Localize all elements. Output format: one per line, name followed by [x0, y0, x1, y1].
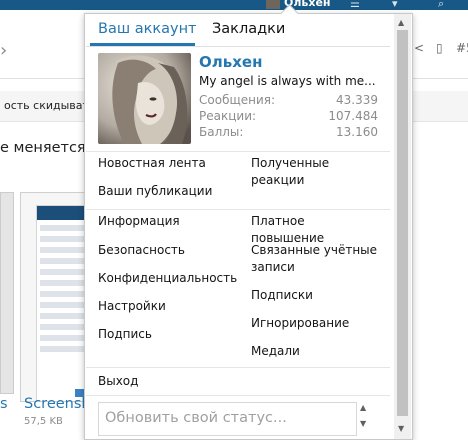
- attachment-name[interactable]: Screensh: [24, 396, 91, 412]
- scrollbar-thumb[interactable]: [397, 30, 408, 416]
- menu-security[interactable]: Безопасность: [98, 242, 185, 259]
- back-chevron-icon[interactable]: ›: [0, 40, 7, 61]
- popup-scrollbar[interactable]: ▲ ▼: [394, 14, 411, 439]
- share-icon[interactable]: <: [414, 41, 424, 55]
- attachment-name-prefix: s: [0, 396, 8, 412]
- inbox-icon[interactable]: ☰: [350, 0, 360, 10]
- attachment-thumbnail[interactable]: [0, 192, 14, 394]
- stat-reactions-label: Реакции:: [199, 109, 257, 123]
- user-title: My angel is always with me...: [199, 74, 376, 88]
- alerts-icon[interactable]: ▾: [392, 0, 398, 10]
- navbar-user-link[interactable]: Ольхен: [266, 0, 331, 9]
- menu-privacy[interactable]: Конфиденциальность: [98, 270, 237, 287]
- menu-subscriptions[interactable]: Подписки: [251, 287, 381, 304]
- stat-points-value: 13.160: [336, 125, 378, 139]
- divider: [86, 367, 390, 368]
- scroll-down-arrow-icon[interactable]: ▼: [398, 424, 404, 433]
- menu-info[interactable]: Информация: [98, 213, 180, 230]
- status-scroll-up-arrow-icon[interactable]: ▲: [360, 403, 366, 412]
- navbar-avatar: [266, 0, 280, 9]
- bookmark-icon[interactable]: ▯: [436, 41, 443, 55]
- menu-logout[interactable]: Выход: [98, 373, 138, 390]
- tab-bookmarks[interactable]: Закладки: [212, 21, 285, 37]
- post-number[interactable]: #5: [456, 41, 468, 55]
- user-name[interactable]: Ольхен: [199, 53, 262, 71]
- menu-medals[interactable]: Медали: [251, 343, 381, 360]
- menu-connected-accounts[interactable]: Связанные учётные записи: [251, 242, 381, 276]
- scroll-up-arrow-icon[interactable]: ▲: [398, 18, 404, 27]
- top-navbar: Ольхен ☰ ▾ ⌕: [0, 0, 468, 10]
- divider: [86, 151, 390, 152]
- tab-your-account[interactable]: Ваш аккаунт: [98, 21, 197, 37]
- attachment-thumbnail[interactable]: [20, 192, 87, 402]
- attachment-size: 57,5 KB: [24, 416, 63, 427]
- divider: [86, 209, 390, 210]
- menu-settings[interactable]: Настройки: [98, 298, 166, 315]
- account-panel: Ольхен My angel is always with me... Соо…: [86, 47, 390, 439]
- phone-screenshot-image: [36, 205, 86, 401]
- divider: [86, 395, 390, 396]
- status-update-field[interactable]: [98, 402, 357, 436]
- menu-signature[interactable]: Подпись: [98, 326, 152, 343]
- stat-reactions-value: 107.484: [328, 109, 378, 123]
- user-avatar[interactable]: [98, 53, 191, 144]
- stat-messages-label: Сообщения:: [199, 93, 276, 107]
- stat-points-label: Баллы:: [199, 125, 244, 139]
- menu-reactions-received[interactable]: Полученные реакции: [251, 155, 381, 189]
- active-tab-indicator: [90, 43, 195, 46]
- stat-messages-value: 43.339: [336, 93, 378, 107]
- menu-your-posts[interactable]: Ваши публикации: [98, 183, 212, 200]
- status-scroll-down-arrow-icon[interactable]: ▼: [360, 419, 366, 428]
- menu-news-feed[interactable]: Новостная лента: [98, 155, 206, 172]
- account-menu-popup: Ваш аккаунт Закладки Ольхен My angel is …: [84, 13, 413, 440]
- menu-ignoring[interactable]: Игнорирование: [251, 315, 381, 332]
- notice-text: ость скидывать: [4, 99, 96, 112]
- account-tabs: Ваш аккаунт Закладки: [86, 14, 390, 47]
- status-input[interactable]: [99, 403, 345, 433]
